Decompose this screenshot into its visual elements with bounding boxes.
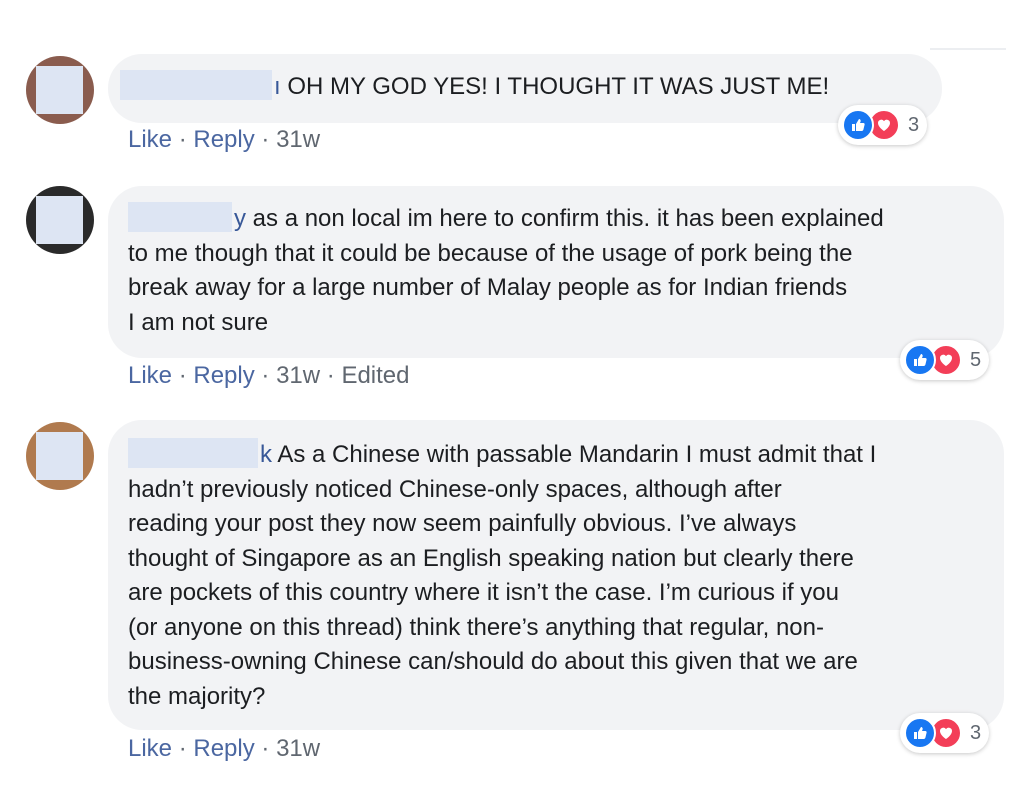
author-name[interactable]: y [234,205,246,232]
reaction-count: 3 [908,113,920,136]
timestamp[interactable]: 31w [276,735,320,762]
timestamp[interactable]: 31w [276,126,320,153]
like-link[interactable]: Like [128,735,172,762]
separator: · [178,735,187,762]
comment-bubble: y as a non local im here to confirm this… [108,186,1004,358]
author-name[interactable]: k [260,441,272,468]
separator: · [261,735,270,762]
separator: · [261,126,270,153]
reaction-summary[interactable]: 3 [900,713,990,753]
separator: · [178,126,187,153]
reply-link[interactable]: Reply [193,126,254,153]
reply-link[interactable]: Reply [193,735,254,762]
reaction-count: 3 [970,721,982,744]
reaction-summary[interactable]: 5 [900,340,990,380]
separator: · [326,362,335,389]
author-name-redacted[interactable] [128,202,232,232]
edited-label[interactable]: Edited [341,362,409,389]
comment-bubble: k As a Chinese with passable Mandarin I … [108,420,1004,730]
comment-actions: Like · Reply · 31w [128,735,320,763]
author-name-redacted[interactable] [128,438,258,468]
avatar[interactable] [26,422,94,490]
like-link[interactable]: Like [128,126,172,153]
like-icon [904,344,936,376]
divider [930,48,1006,50]
avatar-redaction [36,196,83,244]
avatar[interactable] [26,186,94,254]
comment-text: ı OH MY GOD YES! I THOUGHT IT WAS JUST M… [120,70,829,104]
comment-bubble: ı OH MY GOD YES! I THOUGHT IT WAS JUST M… [108,54,942,123]
like-icon [904,717,936,749]
like-link[interactable]: Like [128,362,172,389]
comment-actions: Like · Reply · 31w [128,126,320,154]
author-name[interactable]: ı [274,73,281,100]
separator: · [178,362,187,389]
reaction-summary[interactable]: 3 [838,105,928,145]
comment-thread: ı OH MY GOD YES! I THOUGHT IT WAS JUST M… [0,0,1024,797]
author-name-redacted[interactable] [120,70,272,100]
avatar-redaction [36,432,83,480]
separator: · [261,362,270,389]
comment-body: OH MY GOD YES! I THOUGHT IT WAS JUST ME! [287,73,830,100]
timestamp[interactable]: 31w [276,362,320,389]
comment-text: k As a Chinese with passable Mandarin I … [128,438,876,714]
reply-link[interactable]: Reply [193,362,254,389]
comment-actions: Like · Reply · 31w · Edited [128,362,410,390]
reaction-count: 5 [970,348,982,371]
avatar[interactable] [26,56,94,124]
comment-body: As a Chinese with passable Mandarin I mu… [128,441,877,710]
avatar-redaction [36,66,83,114]
like-icon [842,109,874,141]
comment-text: y as a non local im here to confirm this… [128,202,884,340]
